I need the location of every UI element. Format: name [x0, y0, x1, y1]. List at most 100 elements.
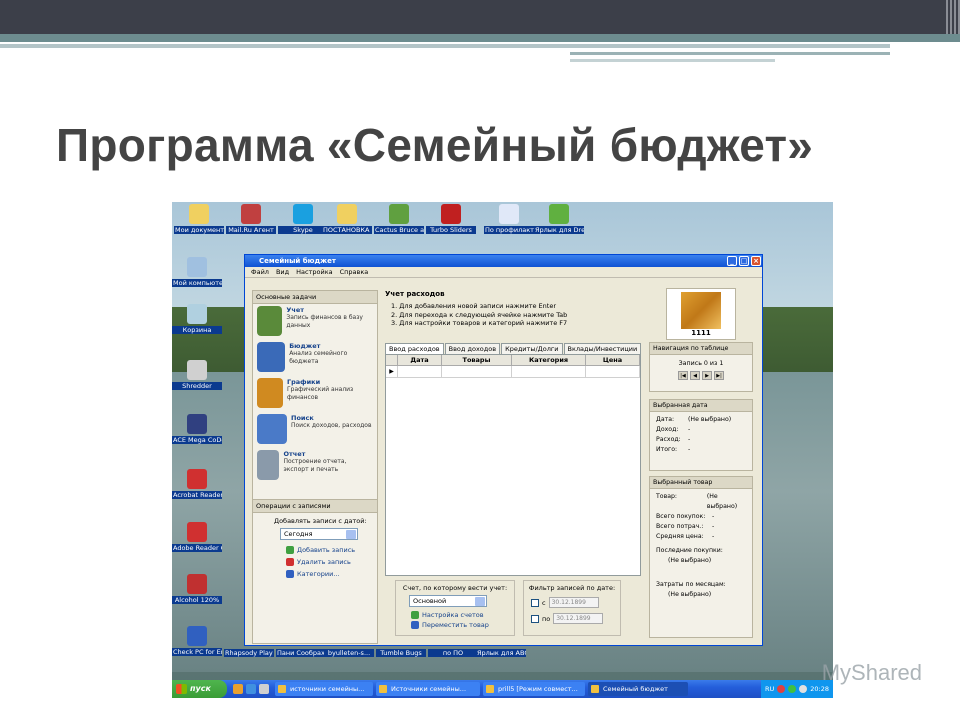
tab-2[interactable]: Кредиты/Долги: [501, 343, 563, 354]
desktop-icon-item[interactable]: Ярлык для Dream_Aqua...: [534, 204, 584, 234]
ops-links: Добавить запись Удалить запись Категории..…: [258, 544, 372, 580]
desktop-icon-item[interactable]: Turbo Sliders: [426, 204, 476, 234]
desktop-icon-item[interactable]: Adobe Reader 6.0: [172, 522, 222, 552]
table-cell[interactable]: [442, 366, 512, 377]
selected-product-fields: Товар: (Не выбрано) Всего покупок: - Всего п…: [656, 492, 746, 542]
slide-accent-line: [570, 59, 775, 62]
language-indicator[interactable]: RU: [765, 685, 774, 693]
filter-from-checkbox[interactable]: [531, 598, 539, 607]
chevron-down-icon[interactable]: [346, 530, 356, 539]
desktop-icon-item[interactable]: Alcohol 120%: [172, 574, 222, 604]
account-link[interactable]: Настройка счетов: [411, 610, 511, 620]
task-title[interactable]: Поиск: [291, 414, 371, 422]
document-icon: [499, 204, 519, 224]
navigation-header: Навигация по таблице: [650, 343, 752, 355]
filter-to-checkbox[interactable]: [531, 614, 539, 623]
op-link-item[interactable]: Удалить запись: [286, 556, 372, 568]
menu-item[interactable]: Вид: [276, 267, 289, 277]
taskbar-button[interactable]: Источники семейны...: [376, 682, 480, 696]
tab-3[interactable]: Вклады/Инвестиции: [563, 343, 642, 354]
last-record-icon[interactable]: ▶|: [714, 371, 724, 380]
desktop-icon-item[interactable]: Shredder: [172, 360, 222, 390]
desktop-icon-item[interactable]: Rhapsody Play Music Free: [224, 649, 274, 657]
menu-item[interactable]: Настройка: [296, 267, 332, 277]
date-mode-select[interactable]: Сегодня: [280, 528, 358, 540]
desktop-icon-item[interactable]: Acrobat Reader 5.0: [172, 469, 222, 499]
maximize-icon[interactable]: □: [739, 256, 749, 266]
table-cell[interactable]: [398, 366, 442, 377]
account-select[interactable]: Основной: [409, 595, 487, 607]
task-item[interactable]: Отчет Построение отчета, экспорт и печать: [253, 448, 377, 484]
task-title[interactable]: Бюджет: [289, 342, 373, 350]
taskbar-button[interactable]: Семейный бюджет: [588, 682, 688, 696]
desktop-icon-item[interactable]: ACE Mega CoDecS P...: [172, 414, 222, 444]
taskbar-button[interactable]: prill5 [Режим совмест...: [483, 682, 585, 696]
task-title[interactable]: Отчет: [283, 450, 373, 458]
desktop-icon-item[interactable]: ПОСТАНОВКА НА ВШУ: [322, 204, 372, 234]
close-icon[interactable]: ×: [751, 256, 761, 266]
menu-item[interactable]: Справка: [340, 267, 369, 277]
tab-1[interactable]: Ввод доходов: [444, 343, 501, 354]
desktop-icon-item[interactable]: Мои документы: [174, 204, 224, 234]
desktop-icon-item[interactable]: Корзина: [172, 304, 222, 334]
desktop-icon-item[interactable]: по ПО: [428, 649, 478, 657]
prev-record-icon[interactable]: ◀: [690, 371, 700, 380]
desktop-icon-item[interactable]: Check PC for Errors: [172, 626, 222, 656]
desktop-icon-item[interactable]: Tumble Bugs: [376, 649, 426, 657]
column-header[interactable]: Цена: [586, 355, 640, 365]
selected-product-panel: Выбранный товар Товар: (Не выбрано) Всего …: [649, 476, 753, 638]
start-button[interactable]: пуск: [172, 680, 227, 698]
desktop-icon-item[interactable]: По профилакти...: [484, 204, 534, 234]
task-title[interactable]: Графики: [287, 378, 373, 386]
column-header[interactable]: Товары: [442, 355, 512, 365]
menu-item[interactable]: Файл: [251, 267, 269, 277]
task-item[interactable]: Учет Запись финансов в базу данных: [253, 304, 377, 340]
next-record-icon[interactable]: ▶: [702, 371, 712, 380]
tab-0[interactable]: Ввод расходов: [385, 343, 444, 354]
table-cell[interactable]: [586, 366, 640, 377]
taskbar-button[interactable]: источники семейны...: [275, 682, 373, 696]
account-link[interactable]: Переместить товар: [411, 620, 511, 630]
desktop-icon-item[interactable]: byulleten-s...: [324, 649, 374, 657]
browser-icon[interactable]: [233, 684, 243, 694]
desktop-icon-item[interactable]: Mail.Ru Агент: [226, 204, 276, 234]
task-item[interactable]: Поиск Поиск доходов, расходов: [253, 412, 377, 448]
op-link-item[interactable]: Добавить запись: [286, 544, 372, 556]
desktop-icon-label: Корзина: [172, 326, 222, 334]
volume-icon[interactable]: [799, 685, 808, 693]
network-icon[interactable]: [788, 685, 797, 693]
desktop-icon-item[interactable]: Мой компьютер: [172, 257, 222, 287]
column-header[interactable]: Категория: [512, 355, 586, 365]
desktop-icon-item[interactable]: Пани Соображал...: [276, 649, 326, 657]
filter-from-date[interactable]: 30.12.1899: [548, 597, 599, 608]
first-record-icon[interactable]: |◀: [678, 371, 688, 380]
menu-bar: Файл Вид Настройка Справка: [245, 267, 762, 278]
window-titlebar[interactable]: Семейный бюджет _ □ ×: [245, 255, 762, 267]
task-item[interactable]: Графики Графический анализ финансов: [253, 376, 377, 412]
desktop-icon-item[interactable]: Skype: [278, 204, 328, 234]
task-item[interactable]: Бюджет Анализ семейного бюджета: [253, 340, 377, 376]
op-link-label[interactable]: Удалить запись: [297, 558, 351, 566]
column-header[interactable]: Дата: [398, 355, 442, 365]
account-link-label[interactable]: Переместить товар: [422, 621, 489, 629]
account-link-label[interactable]: Настройка счетов: [422, 611, 484, 619]
op-link-label[interactable]: Добавить запись: [297, 546, 355, 554]
task-text: Бюджет Анализ семейного бюджета: [289, 342, 373, 374]
ops-header: Операции с записями: [252, 499, 378, 513]
desktop-icon-item[interactable]: Ярлык для ABC_Games: [476, 649, 526, 657]
desktop-icon[interactable]: [259, 684, 269, 694]
op-link-item[interactable]: Категории...: [286, 568, 372, 580]
record-counter: Запись 0 из 1: [678, 360, 724, 367]
minimize-icon[interactable]: _: [727, 256, 737, 266]
table-row[interactable]: ▶: [386, 366, 640, 378]
antivirus-icon[interactable]: [777, 685, 786, 693]
filter-to-date[interactable]: 30.12.1899: [553, 613, 604, 624]
op-link-label[interactable]: Категории...: [297, 570, 340, 578]
account-box: Счет, по которому вести учет: Основной Н…: [395, 580, 515, 636]
desktop-icon-item[interactable]: Cactus Bruce and the C...: [374, 204, 424, 234]
table-cell[interactable]: [512, 366, 586, 377]
records-grid[interactable]: Дата Товары Категория Цена ▶: [385, 354, 641, 576]
ie-icon[interactable]: [246, 684, 256, 694]
task-title[interactable]: Учет: [286, 306, 373, 314]
chevron-down-icon[interactable]: [475, 597, 485, 606]
